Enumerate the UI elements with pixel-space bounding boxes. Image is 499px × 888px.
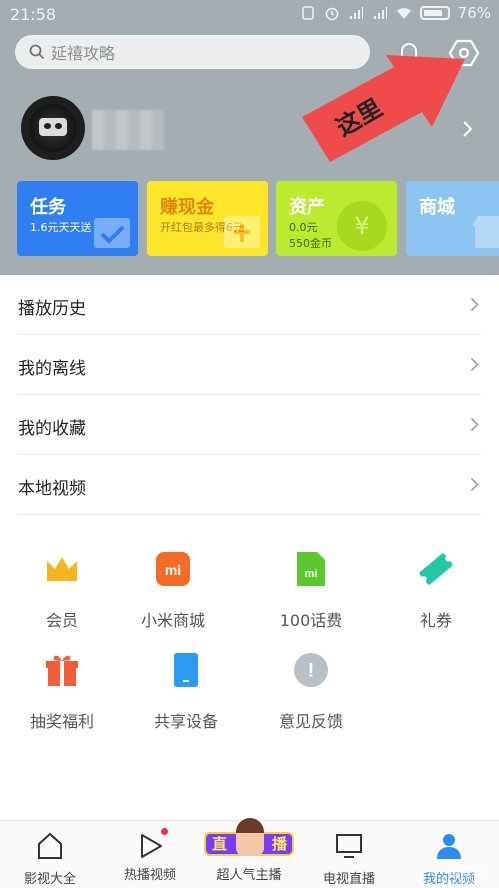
asset-card-balance: 0.0元: [289, 221, 318, 234]
signal-icon-2: [373, 7, 387, 19]
sim-card-glyph: mi: [305, 568, 318, 580]
status-bar: 21:58 76%: [0, 0, 499, 30]
search-icon: [29, 44, 45, 60]
asset-card[interactable]: ¥ 资产 0.0元 550金币: [276, 181, 397, 256]
play-icon: [141, 834, 162, 858]
menu-item-favorites[interactable]: 我的收藏: [18, 395, 481, 455]
store-icon: [472, 216, 499, 248]
grid-item-label: 抽奖福利: [29, 712, 94, 731]
mi-store-icon: mi: [156, 552, 190, 586]
home-icon: [38, 832, 62, 859]
crown-icon: [47, 557, 77, 581]
shop-card[interactable]: 商城: [406, 181, 499, 256]
grid-item-label: 会员: [45, 611, 78, 630]
screen-rotate-icon: [301, 6, 314, 20]
avatar[interactable]: [21, 96, 85, 160]
grid-item-shared-device[interactable]: 共享设备: [131, 652, 241, 732]
grid-item-label: 意见反馈: [278, 712, 343, 731]
grid-item-phone-credit[interactable]: mi 100话费: [256, 551, 366, 631]
menu-item-label: 播放历史: [18, 299, 86, 319]
signal-icon: [349, 7, 363, 19]
battery-icon: [419, 6, 450, 20]
grid-item-label: 小米商城: [140, 611, 205, 630]
task-card-subtitle: 1.6元天天送: [30, 221, 92, 234]
grid-item-vip[interactable]: 会员: [7, 551, 117, 631]
alarm-icon: [325, 7, 338, 21]
grid-item-label: 礼券: [419, 611, 452, 630]
status-time: 21:58: [10, 5, 57, 24]
status-icons: 76%: [300, 4, 491, 22]
chevron-right-icon[interactable]: [462, 120, 474, 138]
nav-item-label: 超人气主播: [216, 868, 282, 883]
menu-item-label: 我的离线: [18, 359, 86, 379]
nav-item-label: 电视直播: [322, 872, 375, 887]
nav-item-tv-live[interactable]: 电视直播: [299, 821, 399, 888]
coin-icon: ¥: [337, 201, 387, 251]
host-avatar: [236, 818, 264, 856]
user-icon: [437, 834, 461, 859]
avatar-skull-icon: [39, 118, 67, 136]
wifi-icon: [396, 8, 411, 19]
battery-percent: 76%: [457, 4, 491, 22]
mi-store-glyph: mi: [165, 562, 181, 578]
asset-card-title: 资产: [289, 197, 325, 218]
grid-item-coupons[interactable]: 礼券: [381, 551, 491, 631]
live-badge-left: 直: [212, 835, 228, 853]
menu-item-label: 我的收藏: [18, 419, 86, 439]
menu-item-local-video[interactable]: 本地视频: [18, 455, 481, 515]
chevron-right-icon: [470, 417, 479, 432]
sim-card-icon: mi: [297, 552, 325, 586]
username-blurred[interactable]: [92, 110, 164, 150]
menu-list: 播放历史 我的离线 我的收藏 本地视频: [18, 275, 481, 515]
task-card-title: 任务: [30, 197, 66, 218]
tv-icon: [336, 834, 362, 858]
menu-item-history[interactable]: 播放历史: [18, 275, 481, 335]
live-icon[interactable]: 直 播: [200, 818, 298, 862]
menu-item-label: 本地视频: [18, 479, 86, 499]
task-card[interactable]: 任务 1.6元天天送: [17, 181, 138, 256]
play-icon-wrap: [135, 828, 168, 861]
grid-item-label: 100话费: [279, 611, 343, 630]
grid-item-lottery[interactable]: 抽奖福利: [7, 652, 117, 732]
feedback-glyph: !: [308, 660, 315, 682]
coin-glyph: ¥: [354, 212, 370, 240]
device-icon: [174, 653, 198, 687]
ticket-icon: [419, 553, 453, 585]
menu-item-offline[interactable]: 我的离线: [18, 335, 481, 395]
cash-envelope-icon: [224, 216, 260, 248]
feedback-icon: !: [294, 653, 328, 687]
chevron-right-icon: [470, 297, 479, 312]
grid-item-mi-store[interactable]: mi 小米商城: [118, 551, 228, 631]
watermark: 值得买: [448, 866, 485, 880]
annotation-arrow: [302, 55, 465, 162]
grid-item-label: 共享设备: [153, 712, 218, 731]
cash-card-title: 赚现金: [160, 197, 214, 218]
asset-card-coins: 550金币: [289, 237, 332, 250]
gift-icon: [46, 655, 78, 686]
cash-card[interactable]: 赚现金 开红包最多得6元: [147, 181, 268, 256]
nav-item-home[interactable]: 影视大全: [0, 821, 100, 888]
shop-card-title: 商城: [419, 197, 455, 218]
nav-item-hot-videos[interactable]: 热播视频: [100, 821, 200, 888]
notification-dot: [161, 828, 168, 835]
grid-item-feedback[interactable]: ! 意见反馈: [256, 652, 366, 732]
profile-header: 21:58 76% 延禧攻略 这里 任务 1.6元天天送 赚现金 开红包最多得6…: [0, 0, 499, 275]
nav-item-label: 热播视频: [123, 868, 176, 883]
chevron-right-icon: [470, 357, 479, 372]
live-badge-right: 播: [272, 835, 288, 853]
nav-item-label: 影视大全: [23, 872, 76, 887]
chevron-right-icon: [470, 477, 479, 492]
search-placeholder: 延禧攻略: [51, 44, 116, 63]
task-check-icon: [94, 218, 130, 248]
